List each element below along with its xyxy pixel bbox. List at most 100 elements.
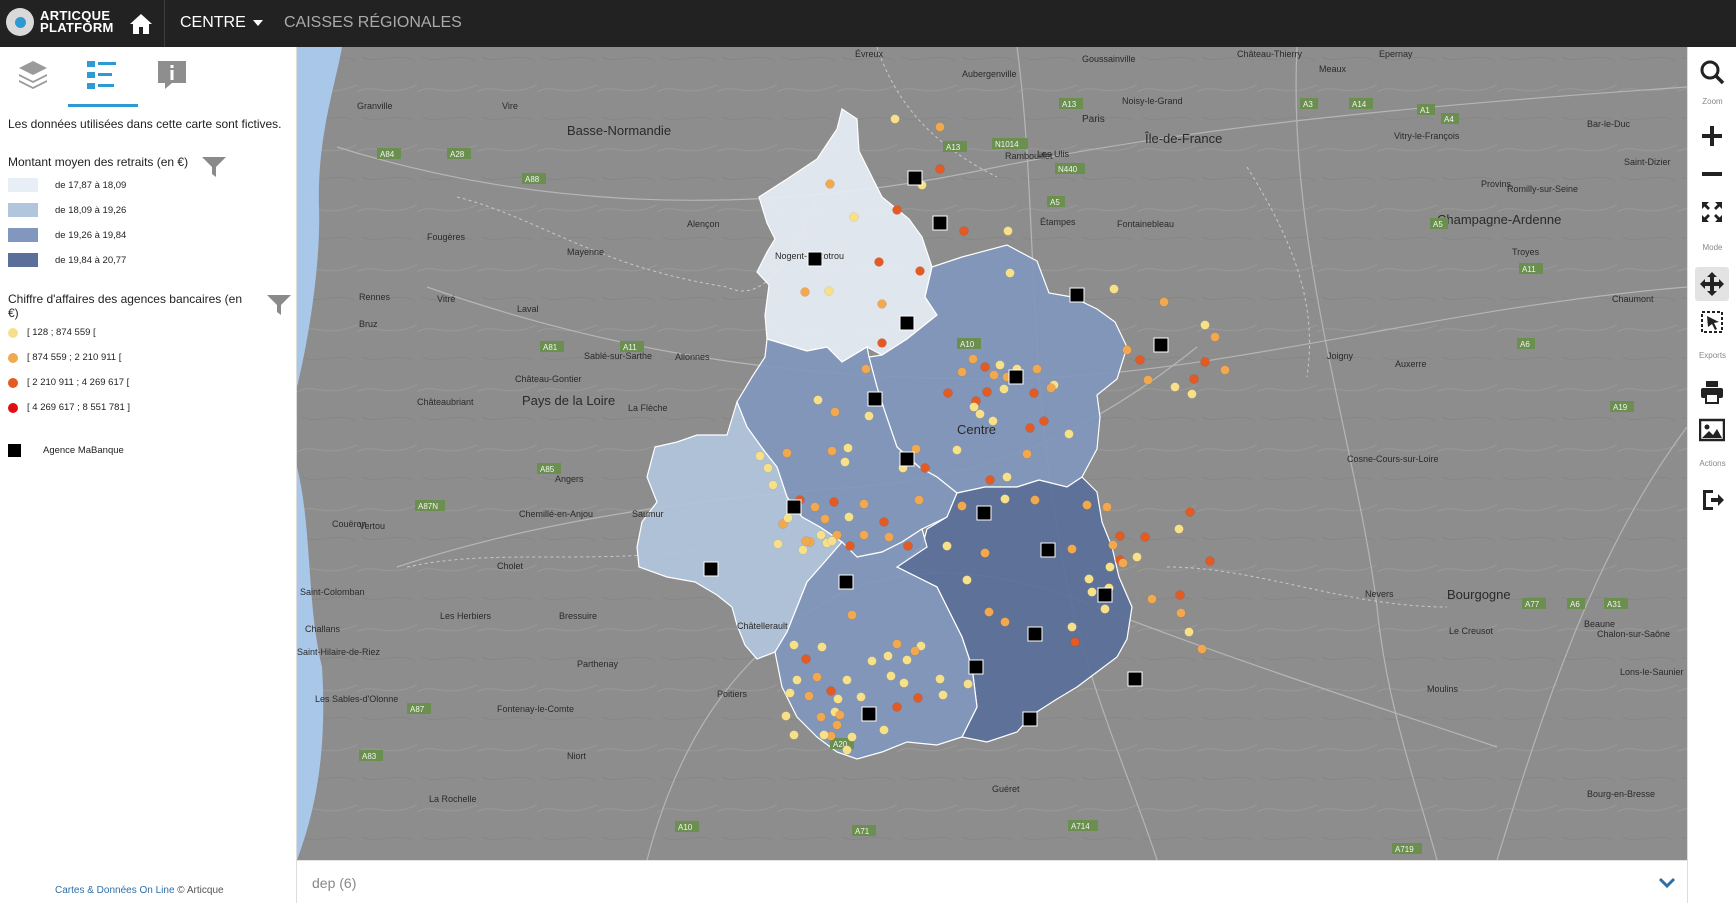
revenue-dot[interactable]	[840, 457, 850, 467]
revenue-dot[interactable]	[798, 545, 808, 555]
revenue-dot[interactable]	[763, 463, 773, 473]
agency-marker[interactable]	[786, 499, 802, 515]
revenue-dot[interactable]	[1030, 495, 1040, 505]
revenue-dot[interactable]	[1187, 389, 1197, 399]
revenue-dot[interactable]	[789, 730, 799, 740]
revenue-dot[interactable]	[783, 513, 793, 523]
revenue-dot[interactable]	[1132, 552, 1142, 562]
revenue-dot[interactable]	[829, 497, 839, 507]
revenue-dot[interactable]	[1220, 365, 1230, 375]
agency-marker[interactable]	[703, 561, 719, 577]
revenue-dot[interactable]	[844, 512, 854, 522]
revenue-dot[interactable]	[819, 730, 829, 740]
revenue-dot[interactable]	[1135, 355, 1145, 365]
revenue-dot[interactable]	[890, 114, 900, 124]
revenue-dot[interactable]	[816, 712, 826, 722]
revenue-dot[interactable]	[832, 720, 842, 730]
revenue-dot[interactable]	[883, 651, 893, 661]
revenue-dot[interactable]	[1184, 627, 1194, 637]
select-mode-button[interactable]	[1695, 305, 1729, 339]
revenue-dot[interactable]	[935, 122, 945, 132]
revenue-dot[interactable]	[792, 675, 802, 685]
agency-marker[interactable]	[867, 391, 883, 407]
caisses-regionales-link[interactable]: CAISSES RÉGIONALES	[284, 14, 462, 32]
revenue-dot[interactable]	[864, 411, 874, 421]
chevron-down-icon[interactable]	[1657, 873, 1677, 893]
revenue-dot[interactable]	[773, 539, 783, 549]
revenue-dot[interactable]	[884, 532, 894, 542]
revenue-dot[interactable]	[1002, 472, 1012, 482]
revenue-dot[interactable]	[1200, 320, 1210, 330]
revenue-dot[interactable]	[1176, 608, 1186, 618]
revenue-dot[interactable]	[957, 367, 967, 377]
revenue-dot[interactable]	[985, 475, 995, 485]
map-canvas[interactable]: Évreux Aubergenville Goussainville Château-…	[297, 47, 1687, 860]
revenue-dot[interactable]	[982, 387, 992, 397]
revenue-dot[interactable]	[1159, 297, 1169, 307]
layer-selector-label[interactable]: dep (6)	[312, 875, 356, 891]
revenue-dot[interactable]	[952, 445, 962, 455]
revenue-dot[interactable]	[879, 517, 889, 527]
export-image-button[interactable]	[1695, 413, 1729, 447]
revenue-dot[interactable]	[879, 725, 889, 735]
revenue-dot[interactable]	[842, 745, 852, 755]
revenue-dot[interactable]	[1118, 558, 1128, 568]
agency-marker[interactable]	[1022, 711, 1038, 727]
revenue-dot[interactable]	[1197, 644, 1207, 654]
revenue-dot[interactable]	[920, 463, 930, 473]
revenue-dot[interactable]	[935, 674, 945, 684]
revenue-dot[interactable]	[1022, 449, 1032, 459]
revenue-dot[interactable]	[801, 654, 811, 664]
revenue-dot[interactable]	[1189, 374, 1199, 384]
revenue-dot[interactable]	[847, 732, 857, 742]
revenue-dot[interactable]	[1082, 500, 1092, 510]
articque-logo[interactable]: ARTICQUE PLATFORM	[6, 8, 114, 36]
revenue-dot[interactable]	[1143, 375, 1153, 385]
revenue-dot[interactable]	[820, 514, 830, 524]
agency-marker[interactable]	[1127, 671, 1143, 687]
revenue-dot[interactable]	[768, 480, 778, 490]
revenue-dot[interactable]	[1000, 494, 1010, 504]
revenue-dot[interactable]	[830, 407, 840, 417]
revenue-dot[interactable]	[789, 640, 799, 650]
revenue-dot[interactable]	[942, 541, 952, 551]
revenue-dot[interactable]	[1070, 637, 1080, 647]
revenue-dot[interactable]	[943, 388, 953, 398]
revenue-dot[interactable]	[859, 499, 869, 509]
revenue-dot[interactable]	[975, 409, 985, 419]
agency-marker[interactable]	[907, 170, 923, 186]
revenue-dot[interactable]	[813, 395, 823, 405]
layers-icon[interactable]	[13, 55, 53, 95]
revenue-dot[interactable]	[957, 501, 967, 511]
agency-marker[interactable]	[899, 451, 915, 467]
agency-marker[interactable]	[861, 706, 877, 722]
revenue-dot[interactable]	[1025, 423, 1035, 433]
revenue-dot[interactable]	[938, 690, 948, 700]
pan-mode-button[interactable]	[1695, 267, 1729, 301]
revenue-dot[interactable]	[892, 639, 902, 649]
revenue-dot[interactable]	[1109, 284, 1119, 294]
revenue-dot[interactable]	[785, 688, 795, 698]
revenue-dot[interactable]	[1067, 622, 1077, 632]
revenue-dot[interactable]	[810, 502, 820, 512]
revenue-dot[interactable]	[984, 607, 994, 617]
agency-marker[interactable]	[1069, 287, 1085, 303]
region-dropdown[interactable]: CENTRE	[180, 14, 263, 32]
agency-marker[interactable]	[1153, 337, 1169, 353]
revenue-dot[interactable]	[980, 362, 990, 372]
revenue-dot[interactable]	[1174, 524, 1184, 534]
revenue-dot[interactable]	[1115, 531, 1125, 541]
revenue-dot[interactable]	[914, 495, 924, 505]
revenue-dot[interactable]	[899, 678, 909, 688]
revenue-dot[interactable]	[859, 530, 869, 540]
revenue-dot[interactable]	[877, 338, 887, 348]
revenue-dot[interactable]	[1140, 532, 1150, 542]
revenue-dot[interactable]	[1000, 617, 1010, 627]
revenue-dot[interactable]	[874, 257, 884, 267]
revenue-dot[interactable]	[1175, 590, 1185, 600]
agency-marker[interactable]	[932, 215, 948, 231]
revenue-dot[interactable]	[902, 655, 912, 665]
revenue-dot[interactable]	[935, 164, 945, 174]
agency-marker[interactable]	[1008, 369, 1024, 385]
search-button[interactable]	[1695, 55, 1729, 89]
